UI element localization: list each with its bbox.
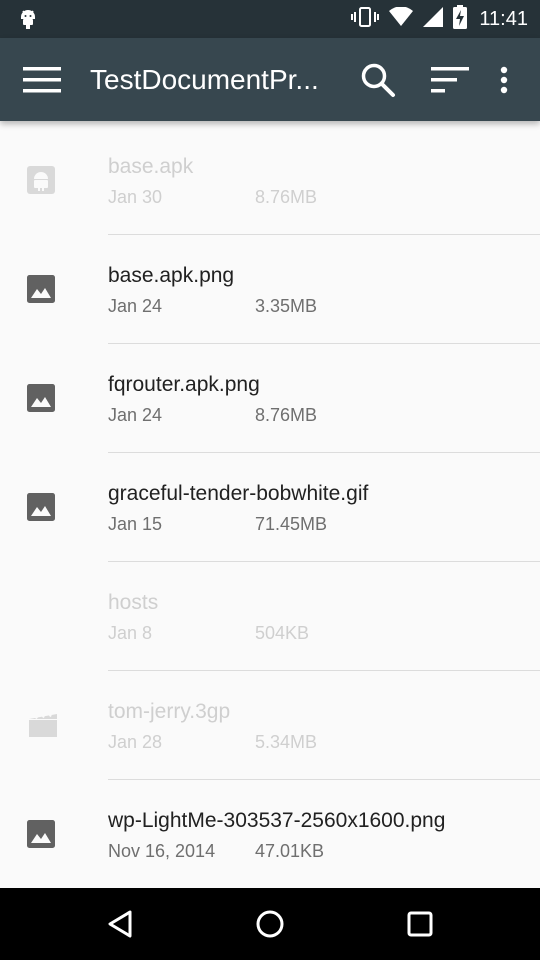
app-bar: TestDocumentPr... [0,38,540,121]
status-time: 11:41 [479,8,528,30]
file-size: 71.45MB [255,514,328,534]
list-item[interactable]: hosts Jan 8 504KB [0,562,540,671]
file-size: 504KB [255,623,310,643]
battery-charging-icon [453,4,468,34]
file-size: 5.34MB [255,732,318,752]
search-icon[interactable] [354,56,402,104]
image-icon [27,275,55,303]
file-size: 8.76MB [255,405,318,425]
wifi-icon [389,5,414,32]
image-icon [27,384,55,412]
file-name: graceful-tender-bobwhite.gif [108,482,369,505]
status-bar: 11:41 [0,0,540,38]
file-name: hosts [108,591,159,614]
file-date: Nov 16, 2014 [108,841,216,861]
file-date: Jan 28 [108,732,163,752]
file-name: base.apk.png [108,264,235,287]
list-item[interactable]: graceful-tender-bobwhite.gif Jan 15 71.4… [0,453,540,562]
file-date: Jan 24 [108,405,163,425]
file-date: Jan 30 [108,187,163,207]
file-size: 47.01KB [255,841,325,861]
sort-icon[interactable] [426,56,474,104]
file-name: wp-LightMe-303537-2560x1600.png [108,809,446,832]
list-item[interactable]: wp-LightMe-303537-2560x1600.png Nov 16, … [0,780,540,888]
overflow-menu-icon[interactable] [480,56,528,104]
navigation-bar [0,888,540,960]
list-item[interactable]: base.apk.png Jan 24 3.35MB [0,235,540,344]
file-date: Jan 24 [108,296,163,316]
vibrate-icon [351,6,380,33]
file-date: Jan 8 [108,623,153,643]
file-date: Jan 15 [108,514,163,534]
home-icon[interactable] [240,900,300,948]
image-icon [27,493,55,521]
android-debug-icon [18,8,38,30]
app-title: TestDocumentPr... [90,64,319,95]
menu-icon[interactable] [14,58,70,102]
file-name: fqrouter.apk.png [108,373,260,396]
signal-icon [423,6,444,32]
list-item[interactable]: fqrouter.apk.png Jan 24 8.76MB [0,344,540,453]
android-icon [27,166,55,194]
file-name: base.apk [108,155,194,178]
back-icon[interactable] [90,900,150,948]
video-icon [27,711,57,739]
file-size: 3.35MB [255,296,318,316]
image-icon [27,820,55,848]
list-item[interactable]: base.apk Jan 30 8.76MB [0,121,540,235]
file-list[interactable]: base.apk Jan 30 8.76MB base.apk.png Jan … [0,121,540,888]
file-name: tom-jerry.3gp [108,700,231,723]
file-size: 8.76MB [255,187,318,207]
list-item[interactable]: tom-jerry.3gp Jan 28 5.34MB [0,671,540,780]
recents-icon[interactable] [390,900,450,948]
